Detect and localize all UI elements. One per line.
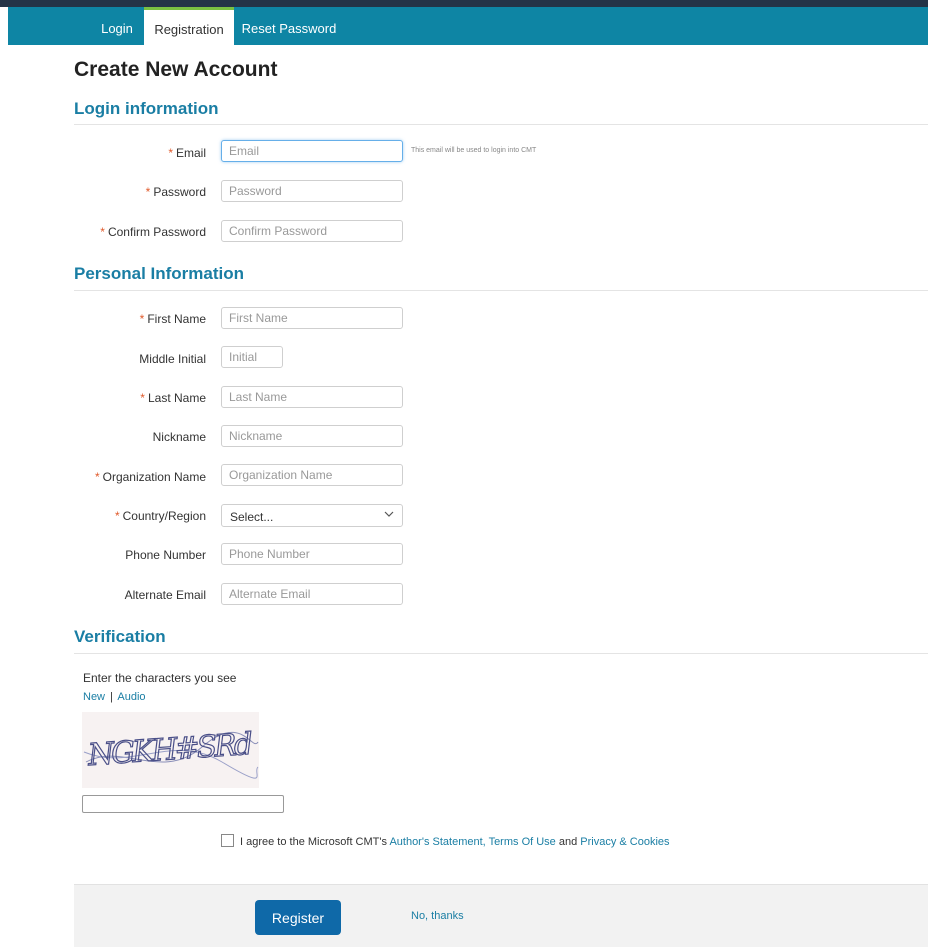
email-hint: This email will be used to login into CM…: [411, 147, 537, 154]
new-captcha-link[interactable]: New: [83, 691, 105, 703]
country-select[interactable]: Select...: [221, 504, 403, 527]
agreement-and: and: [558, 836, 578, 848]
captcha-text: NGKH#SRd: [86, 727, 253, 773]
captcha-input[interactable]: [82, 795, 284, 813]
required-mark: *: [114, 509, 120, 523]
chevron-down-icon: [384, 508, 394, 518]
confirm-password-field[interactable]: [221, 220, 403, 242]
section-divider: [74, 124, 928, 125]
required-mark: *: [94, 470, 100, 484]
middle-initial-field[interactable]: [221, 346, 283, 368]
required-mark: *: [140, 391, 145, 405]
captcha-image: NGKH#SRd: [82, 712, 259, 788]
authors-statement-link[interactable]: Author's Statement,: [389, 836, 485, 848]
verification-instruction: Enter the characters you see: [83, 671, 237, 685]
section-divider: [74, 653, 928, 654]
privacy-cookies-link[interactable]: Privacy & Cookies: [580, 836, 669, 848]
section-divider: [74, 290, 928, 291]
email-label: * Email: [168, 146, 206, 160]
required-mark: *: [145, 185, 151, 199]
agree-checkbox[interactable]: [221, 834, 234, 847]
agreement-text: I agree to the Microsoft CMT's: [240, 836, 387, 848]
section-heading-personal: Personal Information: [74, 264, 245, 283]
country-select-value: Select...: [230, 510, 274, 524]
nickname-field[interactable]: [221, 425, 403, 447]
verification-links: New | Audio: [83, 691, 146, 703]
section-heading-login: Login information: [74, 99, 219, 118]
middle-initial-label: Middle Initial: [139, 352, 206, 366]
first-name-field[interactable]: [221, 307, 403, 329]
terms-of-use-link[interactable]: Terms Of Use: [489, 836, 556, 848]
register-button[interactable]: Register: [255, 900, 341, 935]
organization-label: * Organization Name: [94, 470, 206, 484]
last-name-label: * Last Name: [140, 391, 206, 405]
nickname-label: Nickname: [152, 430, 206, 444]
organization-field[interactable]: [221, 464, 403, 486]
tab-registration[interactable]: Registration: [144, 7, 234, 45]
nav-bar: Login Registration Reset Password: [8, 7, 928, 45]
first-name-label: * First Name: [139, 312, 206, 326]
no-thanks-link[interactable]: No, thanks: [411, 910, 464, 922]
agreement-row: I agree to the Microsoft CMT's Author's …: [221, 834, 670, 848]
confirm-password-label: * Confirm Password: [100, 225, 206, 239]
tab-reset-password[interactable]: Reset Password: [236, 7, 342, 45]
required-mark: *: [139, 312, 145, 326]
alternate-email-field[interactable]: [221, 583, 403, 605]
form-footer: [74, 884, 928, 947]
required-mark: *: [168, 146, 173, 160]
phone-label: Phone Number: [125, 548, 206, 562]
top-strip: [0, 0, 928, 7]
last-name-field[interactable]: [221, 386, 403, 408]
tab-login[interactable]: Login: [91, 7, 143, 45]
section-heading-verification: Verification: [74, 627, 166, 646]
phone-field[interactable]: [221, 543, 403, 565]
audio-captcha-link[interactable]: Audio: [117, 691, 145, 703]
page-title: Create New Account: [74, 58, 278, 81]
link-separator: |: [110, 691, 113, 703]
password-label: * Password: [145, 185, 206, 199]
country-label: * Country/Region: [114, 509, 206, 523]
alternate-email-label: Alternate Email: [124, 588, 206, 602]
required-mark: *: [100, 225, 105, 239]
password-field[interactable]: [221, 180, 403, 202]
email-field[interactable]: [221, 140, 403, 162]
